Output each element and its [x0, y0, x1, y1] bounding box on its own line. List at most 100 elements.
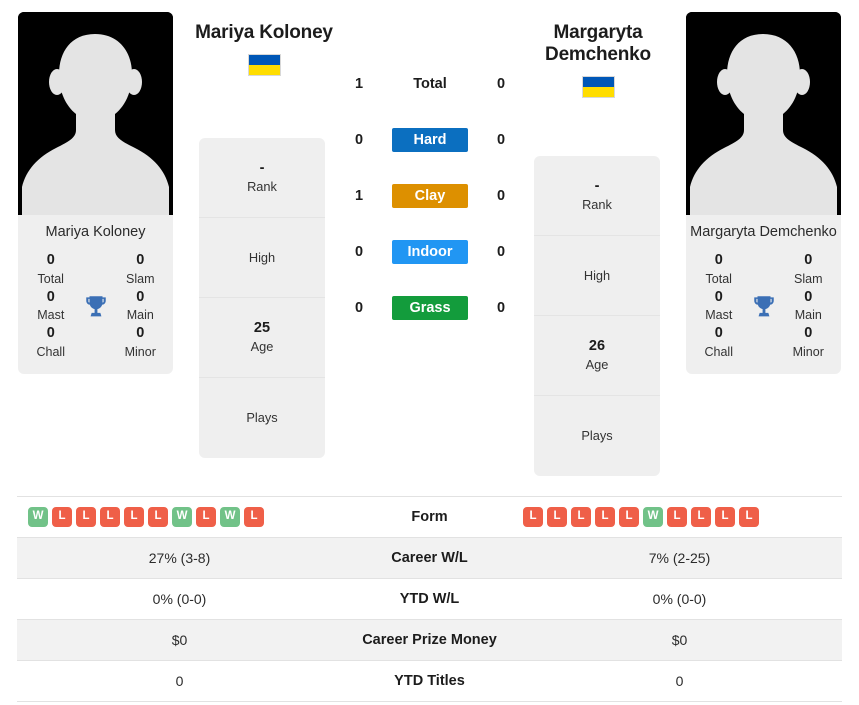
titles-main-label-left: Main: [126, 308, 154, 323]
titles-mast-value-left: 0: [46, 288, 55, 305]
plays-label-right: Plays: [581, 428, 613, 444]
surface-row-hard: 0 Hard 0: [340, 112, 520, 168]
row-pad-right: [842, 537, 859, 579]
titles-main-value-left: 0: [136, 288, 145, 305]
titles-chall-value-left: 0: [46, 324, 55, 341]
titles-main-left: 0 Main: [114, 288, 168, 324]
titles-mast-label-right: Mast: [705, 308, 733, 323]
form-cell-right: LLLLLWLLLL: [517, 496, 842, 538]
row-label-ytd-titles: YTD Titles: [342, 660, 517, 702]
info-row-rank-right: - Rank: [534, 156, 660, 236]
titles-chall-right: 0 Chall: [692, 324, 746, 360]
titles-total-value-right: 0: [714, 252, 723, 269]
form-badge-l: L: [667, 507, 687, 527]
table-row-ytd-titles: 0 YTD Titles 0: [0, 660, 859, 702]
info-row-plays-right: Plays: [534, 396, 660, 476]
rank-label-left: Rank: [247, 178, 277, 194]
surface-grass-badge[interactable]: Grass: [392, 296, 468, 320]
flag-stripe-blue: [248, 55, 280, 66]
form-badge-l: L: [523, 507, 543, 527]
player-comparison-page: Mariya Koloney 0 Total 0 Slam 0 Mast 0 M…: [0, 0, 859, 705]
form-badge-l: L: [571, 507, 591, 527]
titles-grid-left: 0 Total 0 Slam 0 Mast 0 Main 0 Chall 0 M…: [18, 249, 173, 374]
row-pad-left: [0, 619, 17, 661]
surface-hard-right-value: 0: [496, 132, 506, 148]
surface-total-right-value: 0: [496, 76, 506, 92]
titles-mast-left: 0 Mast: [24, 288, 78, 324]
player-card-right[interactable]: Margaryta Demchenko 0 Total 0 Slam 0 Mas…: [686, 12, 841, 375]
titles-main-value-right: 0: [804, 288, 813, 305]
surface-row-grass: 0 Grass 0: [340, 280, 520, 336]
form-badge-l: L: [124, 507, 144, 527]
titles-slam-label-left: Slam: [126, 271, 155, 286]
career-prize-money-left: $0: [17, 619, 342, 661]
info-card-left: - Rank High 25 Age Plays: [199, 138, 325, 458]
titles-slam-right: 0 Slam: [782, 251, 836, 287]
row-pad-right: [842, 578, 859, 620]
surface-clay-badge[interactable]: Clay: [392, 184, 468, 208]
high-label-left: High: [248, 249, 276, 265]
surface-comparison-column: 1 Total 0 0 Hard 0 1 Clay 0 0 Indoor 0 0: [340, 56, 520, 336]
surface-row-clay: 1 Clay 0: [340, 168, 520, 224]
comparison-header-area: Mariya Koloney 0 Total 0 Slam 0 Mast 0 M…: [0, 0, 859, 490]
plays-label-left: Plays: [246, 410, 278, 426]
career-wl-left: 27% (3-8): [17, 537, 342, 579]
form-badge-l: L: [739, 507, 759, 527]
rank-value-right: -: [594, 178, 600, 195]
player-silhouette-icon: [686, 12, 841, 215]
trophy-icon-svg: [753, 296, 774, 317]
surface-indoor-badge[interactable]: Indoor: [392, 240, 468, 264]
form-badge-l: L: [619, 507, 639, 527]
flag-stripe-blue: [582, 77, 614, 88]
titles-chall-left: 0 Chall: [24, 324, 78, 360]
ytd-wl-left: 0% (0-0): [17, 578, 342, 620]
titles-slam-value-left: 0: [136, 252, 145, 269]
titles-minor-value-right: 0: [804, 324, 813, 341]
trophy-icon-svg: [85, 296, 106, 317]
player-photo-left: [18, 12, 173, 215]
form-badge-l: L: [148, 507, 168, 527]
ytd-wl-right: 0% (0-0): [517, 578, 842, 620]
surface-hard-badge[interactable]: Hard: [392, 128, 468, 152]
player-photo-name-right: Margaryta Demchenko: [690, 224, 837, 240]
ukraine-flag-icon-left: [247, 54, 281, 77]
form-cell-left: WLLLLLWLWL: [17, 496, 342, 538]
titles-grid-right: 0 Total 0 Slam 0 Mast 0 Main 0 Chall 0 M…: [686, 249, 841, 374]
form-badge-w: W: [28, 507, 48, 527]
surface-clay-right-value: 0: [496, 188, 506, 204]
form-badge-l: L: [52, 507, 72, 527]
form-badge-w: W: [643, 507, 663, 527]
table-row-career-prize-money: $0 Career Prize Money $0: [0, 619, 859, 661]
form-badge-l: L: [547, 507, 567, 527]
ytd-titles-right: 0: [517, 660, 842, 702]
player-card-left[interactable]: Mariya Koloney 0 Total 0 Slam 0 Mast 0 M…: [18, 12, 173, 375]
career-prize-money-right: $0: [517, 619, 842, 661]
titles-total-right: 0 Total: [692, 251, 746, 287]
form-badge-l: L: [715, 507, 735, 527]
row-pad-left: [0, 496, 17, 538]
flag-stripe-yellow: [248, 65, 280, 76]
titles-main-right: 0 Main: [782, 288, 836, 324]
titles-mast-value-right: 0: [714, 288, 723, 305]
table-row-ytd-wl: 0% (0-0) YTD W/L 0% (0-0): [0, 578, 859, 620]
form-badge-l: L: [76, 507, 96, 527]
titles-chall-label-right: Chall: [704, 344, 734, 359]
form-badge-w: W: [220, 507, 240, 527]
titles-minor-value-left: 0: [136, 324, 145, 341]
age-value-left: 25: [253, 320, 271, 337]
rank-value-left: -: [259, 160, 265, 177]
player-name-block-left: Mariya Koloney: [174, 22, 354, 77]
player-name-block-right: Margaryta Demchenko: [510, 22, 686, 99]
row-label-career-prize-money: Career Prize Money: [342, 619, 517, 661]
info-row-plays-left: Plays: [199, 378, 325, 458]
age-label-left: Age: [250, 338, 274, 354]
table-row-form: WLLLLLWLWL Form LLLLLWLLLL: [0, 496, 859, 538]
career-wl-right: 7% (2-25): [517, 537, 842, 579]
table-row-career-wl: 27% (3-8) Career W/L 7% (2-25): [0, 537, 859, 579]
info-row-high-right: High: [534, 236, 660, 316]
trophy-icon-left: [78, 293, 114, 319]
surface-indoor-right-value: 0: [496, 244, 506, 260]
info-row-rank-left: - Rank: [199, 138, 325, 218]
row-pad-left: [0, 578, 17, 620]
row-pad-left: [0, 537, 17, 579]
